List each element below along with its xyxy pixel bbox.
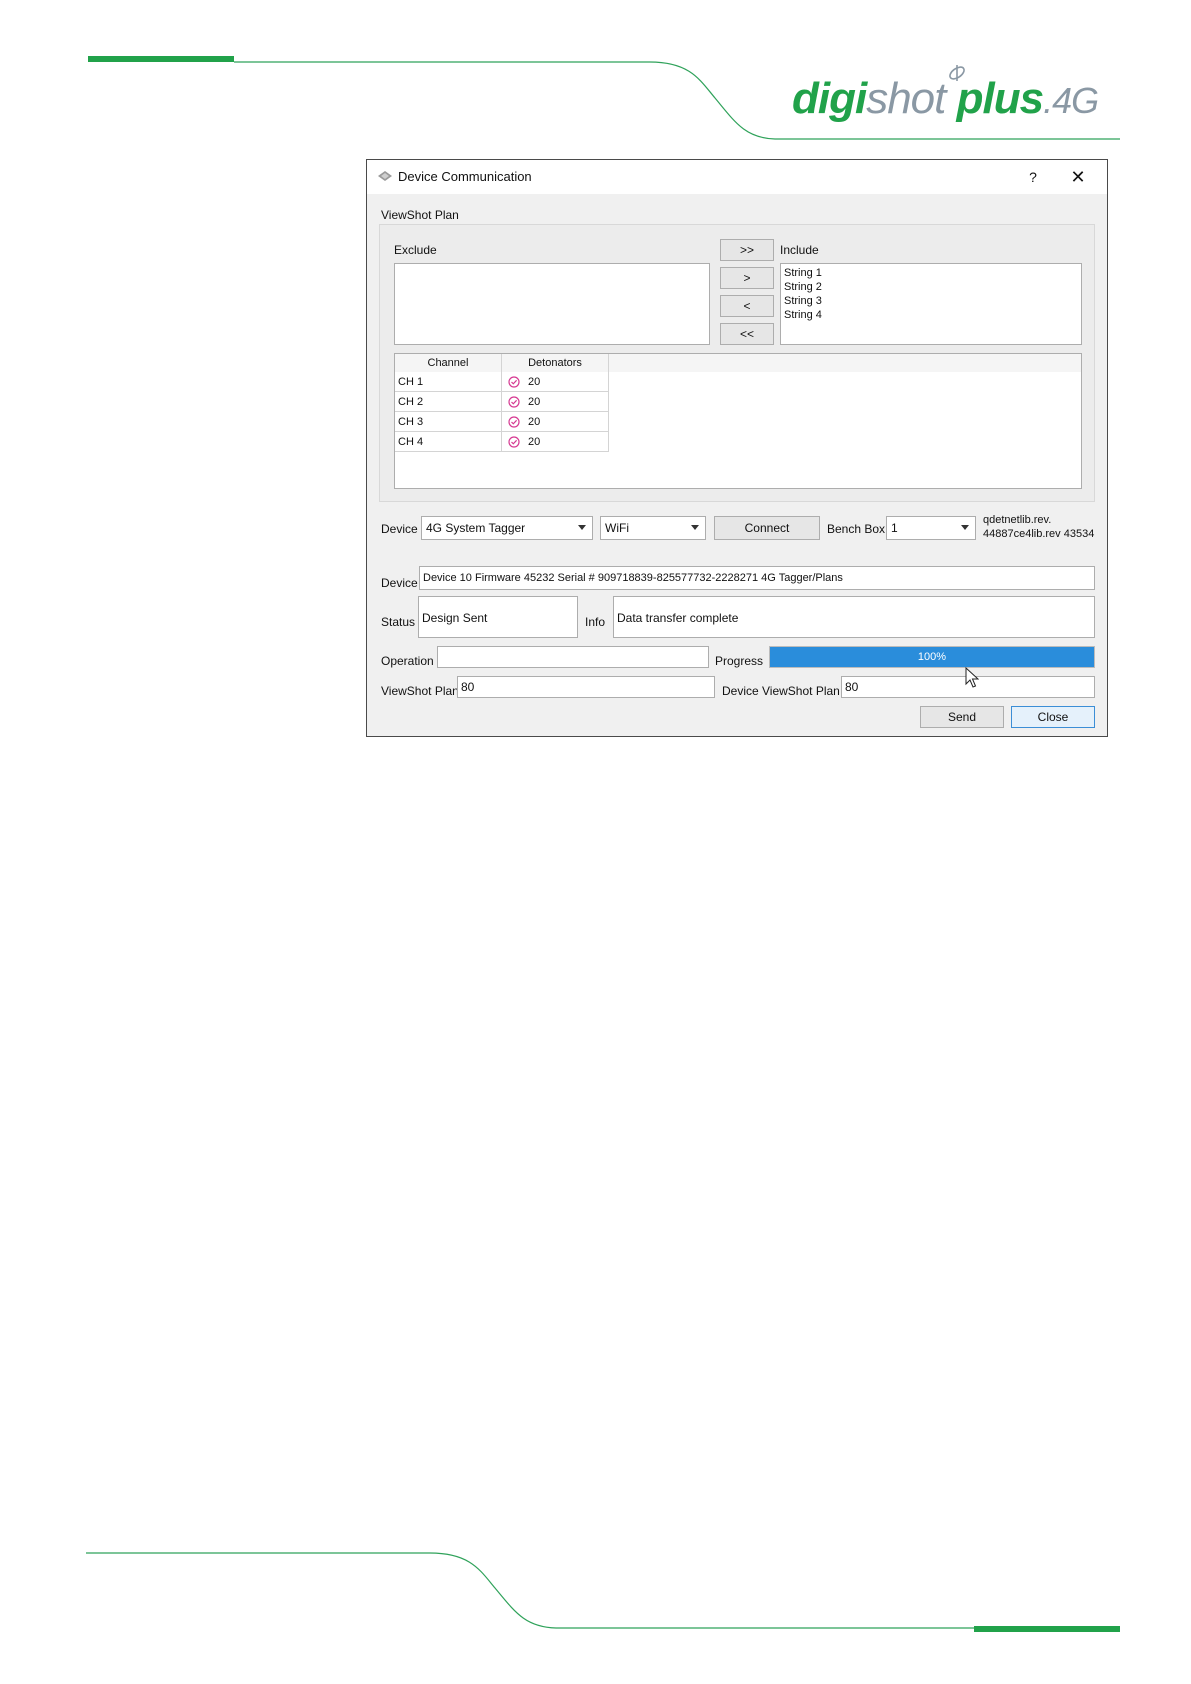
title-bar[interactable]: Device Communication ? ✕ bbox=[367, 160, 1107, 194]
device-select[interactable]: 4G System Tagger bbox=[421, 516, 593, 540]
operation-field[interactable] bbox=[437, 646, 709, 668]
channel-cell: CH 1 bbox=[395, 372, 502, 392]
device-info-label: Device bbox=[381, 576, 418, 590]
check-circle-icon bbox=[508, 396, 520, 408]
channel-table[interactable]: Channel Detonators CH 1 20 CH 2 20 CH 3 bbox=[394, 353, 1082, 489]
mouse-cursor-icon bbox=[965, 667, 979, 688]
column-header-detonators[interactable]: Detonators bbox=[502, 354, 609, 372]
progress-text: 100% bbox=[917, 651, 947, 663]
table-row[interactable]: CH 1 20 bbox=[395, 372, 609, 392]
info-label: Info bbox=[585, 615, 606, 629]
connection-select-value: WiFi bbox=[605, 521, 629, 535]
exclude-label: Exclude bbox=[394, 243, 437, 257]
status-field[interactable]: Design Sent bbox=[418, 596, 578, 638]
exclude-list[interactable] bbox=[394, 263, 710, 345]
device-select-value: 4G System Tagger bbox=[426, 521, 526, 535]
progress-label: Progress bbox=[715, 654, 764, 668]
bench-box-select-value: 1 bbox=[891, 521, 898, 535]
viewshot-plan-field[interactable]: 80 bbox=[457, 676, 715, 698]
list-item[interactable]: String 2 bbox=[781, 280, 1081, 294]
table-header: Channel Detonators bbox=[395, 354, 1081, 372]
exclude-selected-button[interactable]: < bbox=[720, 295, 774, 317]
channel-cell: CH 3 bbox=[395, 412, 502, 432]
device-communication-dialog: Device Communication ? ✕ ViewShot Plan E… bbox=[366, 159, 1108, 737]
detonator-count: 20 bbox=[528, 416, 541, 428]
header-green-bar bbox=[88, 56, 234, 62]
device-info-field[interactable]: Device 10 Firmware 45232 Serial # 909718… bbox=[419, 566, 1095, 590]
send-button[interactable]: Send bbox=[920, 706, 1004, 728]
check-circle-icon bbox=[508, 416, 520, 428]
help-button[interactable]: ? bbox=[1023, 167, 1043, 187]
list-item[interactable]: String 4 bbox=[781, 308, 1081, 322]
channel-cell: CH 4 bbox=[395, 432, 502, 452]
chevron-down-icon bbox=[578, 525, 586, 530]
include-all-button[interactable]: >> bbox=[720, 239, 774, 261]
channel-cell: CH 2 bbox=[395, 392, 502, 412]
status-label: Status bbox=[381, 615, 416, 629]
app-icon bbox=[378, 171, 392, 181]
logo-text-digi: digi bbox=[792, 74, 867, 123]
detonator-count: 20 bbox=[528, 376, 541, 388]
digishot-logo: digishot plus.4G bbox=[792, 65, 1112, 126]
device-label: Device bbox=[381, 522, 418, 536]
viewshot-plan-label: ViewShot Plan bbox=[381, 684, 459, 698]
detonators-cell: 20 bbox=[502, 392, 609, 412]
lib-rev-line1: qdetnetlib.rev. bbox=[983, 514, 1052, 526]
detonators-cell: 20 bbox=[502, 412, 609, 432]
connection-select[interactable]: WiFi bbox=[600, 516, 706, 540]
progress-bar: 100% bbox=[769, 646, 1095, 668]
lib-rev-line2: 44887ce4lib.rev 43534 bbox=[983, 528, 1095, 540]
chevron-down-icon bbox=[961, 525, 969, 530]
detonators-cell: 20 bbox=[502, 432, 609, 452]
footer-green-bar bbox=[974, 1626, 1120, 1632]
table-row[interactable]: CH 3 20 bbox=[395, 412, 609, 432]
device-viewshot-plan-label: Device ViewShot Plan bbox=[722, 684, 840, 698]
detonators-cell: 20 bbox=[502, 372, 609, 392]
check-circle-icon bbox=[508, 376, 520, 388]
logo-text-4g: .4G bbox=[1043, 80, 1099, 121]
exclude-all-button[interactable]: << bbox=[720, 323, 774, 345]
operation-label: Operation bbox=[381, 654, 434, 668]
detonator-count: 20 bbox=[528, 396, 541, 408]
viewshot-plan-group: Exclude Include >> > < << String 1 Strin… bbox=[379, 224, 1095, 502]
info-field[interactable]: Data transfer complete bbox=[613, 596, 1095, 638]
chevron-down-icon bbox=[691, 525, 699, 530]
viewshot-plan-section-label: ViewShot Plan bbox=[381, 208, 459, 222]
include-list[interactable]: String 1 String 2 String 3 String 4 bbox=[780, 263, 1082, 345]
bench-box-label: Bench Box bbox=[827, 522, 886, 536]
close-button[interactable]: Close bbox=[1011, 706, 1095, 728]
dialog-title: Device Communication bbox=[398, 169, 532, 184]
footer-line bbox=[86, 1552, 1120, 1629]
close-window-button[interactable]: ✕ bbox=[1067, 166, 1089, 188]
column-header-channel[interactable]: Channel bbox=[395, 354, 502, 372]
logo-text-shot: shot bbox=[866, 74, 946, 123]
logo-mark-icon bbox=[949, 65, 965, 81]
connect-button[interactable]: Connect bbox=[714, 516, 820, 540]
table-row[interactable]: CH 2 20 bbox=[395, 392, 609, 412]
bench-box-select[interactable]: 1 bbox=[886, 516, 976, 540]
detonator-count: 20 bbox=[528, 436, 541, 448]
list-item[interactable]: String 1 bbox=[781, 266, 1081, 280]
include-selected-button[interactable]: > bbox=[720, 267, 774, 289]
include-label: Include bbox=[780, 243, 819, 257]
check-circle-icon bbox=[508, 436, 520, 448]
table-row[interactable]: CH 4 20 bbox=[395, 432, 609, 452]
list-item[interactable]: String 3 bbox=[781, 294, 1081, 308]
